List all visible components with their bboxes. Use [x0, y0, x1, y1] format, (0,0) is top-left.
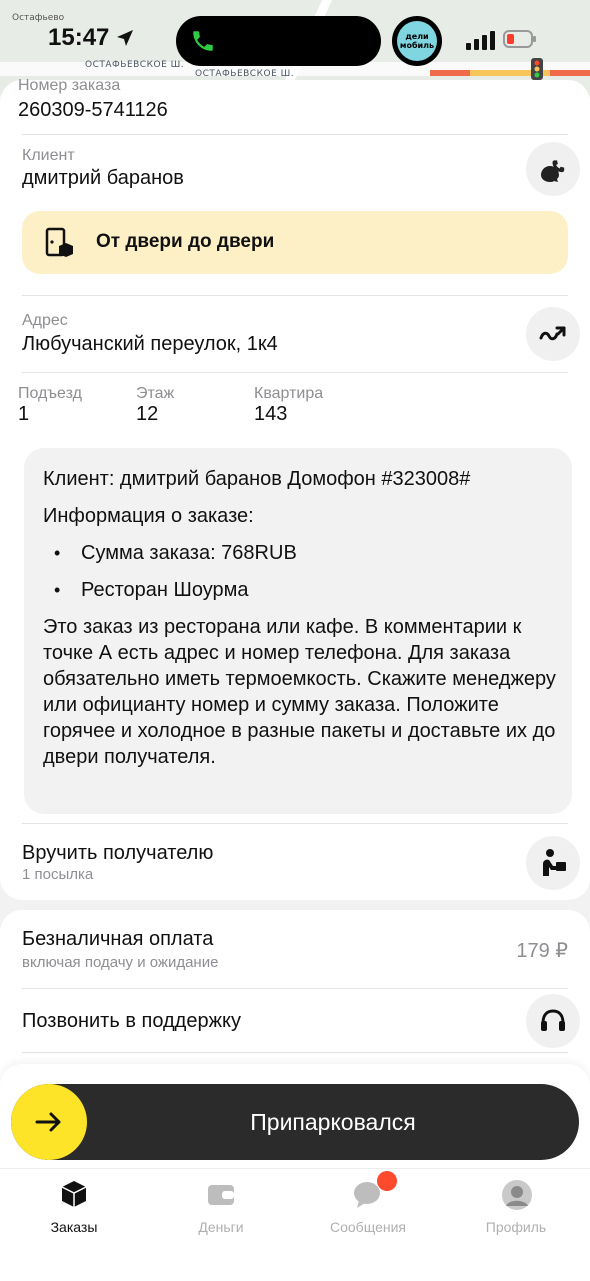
- payment-amount: 179 ₽: [516, 940, 568, 962]
- phone-chat-icon: [541, 160, 565, 182]
- order-details-card: Номер заказа 260309-5741126 Клиент дмитр…: [0, 77, 590, 900]
- order-comment: Клиент: дмитрий баранов Домофон #323008#…: [24, 448, 572, 814]
- map-place-label: Остафьево: [12, 13, 65, 23]
- entrance-label: Подъезд: [18, 385, 82, 402]
- status-time: 15:47: [48, 24, 135, 52]
- headset-icon: [541, 1009, 565, 1031]
- comment-bullet-restaurant: Ресторан Шоурма: [81, 579, 249, 601]
- divider: [22, 295, 568, 296]
- order-number-value: 260309-5741126: [18, 99, 168, 121]
- comment-bullet-sum: Сумма заказа: 768RUB: [81, 542, 297, 564]
- handover-button[interactable]: [526, 836, 580, 890]
- handover-title: Вручить получателю: [22, 842, 214, 864]
- map-road-label: ОСТАФЬЕВСКОЕ Ш.: [85, 60, 185, 70]
- location-arrow-icon: [117, 30, 134, 46]
- floor-value: 12: [136, 403, 159, 425]
- map-road-label: ОСТАФЬЕВСКОЕ Ш.: [195, 69, 295, 79]
- comment-info-heading: Информация о заказе:: [43, 505, 254, 527]
- handover-subtitle: 1 посылка: [22, 866, 94, 883]
- divider: [22, 372, 568, 373]
- arrow-button-knob[interactable]: [11, 1084, 87, 1160]
- client-name: дмитрий баранов: [22, 167, 184, 189]
- parked-button-label: Припарковался: [250, 1109, 416, 1135]
- comment-instructions: Это заказ из ресторана или кафе. В комме…: [43, 616, 556, 768]
- chat-icon: [353, 1171, 397, 1209]
- tab-money[interactable]: Деньги: [161, 1179, 281, 1235]
- handover-person-icon: [543, 849, 566, 876]
- address-label: Адрес: [22, 312, 68, 329]
- tab-messages[interactable]: Сообщения: [308, 1171, 428, 1235]
- battery-icon: [503, 30, 536, 48]
- tab-orders-label: Заказы: [50, 1219, 98, 1235]
- payment-title: Безналичная оплата: [22, 928, 214, 950]
- divider: [22, 823, 568, 824]
- apartment-label: Квартира: [254, 385, 324, 402]
- address-value: Любучанский переулок, 1к4: [22, 333, 278, 355]
- traffic-light-icon: [531, 58, 543, 80]
- tab-money-label: Деньги: [198, 1219, 244, 1235]
- entrance-value: 1: [18, 403, 30, 425]
- route-button[interactable]: [526, 307, 580, 361]
- support-title[interactable]: Позвонить в поддержку: [22, 1010, 241, 1033]
- divider: [22, 134, 568, 135]
- client-label: Клиент: [22, 147, 75, 164]
- status-time-text: 15:47: [48, 24, 110, 51]
- parked-button[interactable]: Припарковался: [11, 1084, 579, 1160]
- door-package-icon: [45, 227, 73, 257]
- dynamic-island-call[interactable]: [176, 16, 381, 66]
- box-icon: [59, 1179, 89, 1209]
- order-number-label: Номер заказа: [18, 77, 121, 94]
- tab-orders[interactable]: Заказы: [14, 1179, 134, 1235]
- notification-badge: [377, 1171, 397, 1191]
- wallet-icon: [206, 1179, 236, 1209]
- door-to-door-label: От двери до двери: [96, 231, 275, 252]
- route-icon: [539, 326, 566, 341]
- payment-subtitle: включая подачу и ожидание: [22, 954, 219, 971]
- bullet-dot: •: [54, 543, 61, 563]
- arrow-right-icon: [35, 1112, 61, 1132]
- apartment-value: 143: [254, 403, 288, 425]
- door-to-door-banner: От двери до двери: [22, 211, 568, 274]
- delimobil-app-icon[interactable]: дели мобиль: [392, 16, 442, 66]
- tab-profile[interactable]: Профиль: [456, 1179, 576, 1235]
- floor-label: Этаж: [136, 385, 175, 402]
- avatar-icon: [501, 1179, 532, 1210]
- comment-client-line: Клиент: дмитрий баранов Домофон #323008#: [43, 468, 471, 490]
- call-client-button[interactable]: [526, 142, 580, 196]
- support-call-button[interactable]: [526, 994, 580, 1048]
- cellular-signal-icon: [466, 31, 495, 50]
- tab-messages-label: Сообщения: [330, 1219, 406, 1235]
- tab-profile-label: Профиль: [485, 1219, 547, 1235]
- bottom-tab-bar: Заказы Деньги Сообщения Профиль: [0, 1168, 590, 1281]
- bullet-dot: •: [54, 580, 61, 600]
- divider: [22, 1052, 568, 1053]
- divider: [22, 988, 568, 989]
- delimobil-logo: дели мобиль: [397, 21, 437, 61]
- phone-icon: [193, 31, 213, 51]
